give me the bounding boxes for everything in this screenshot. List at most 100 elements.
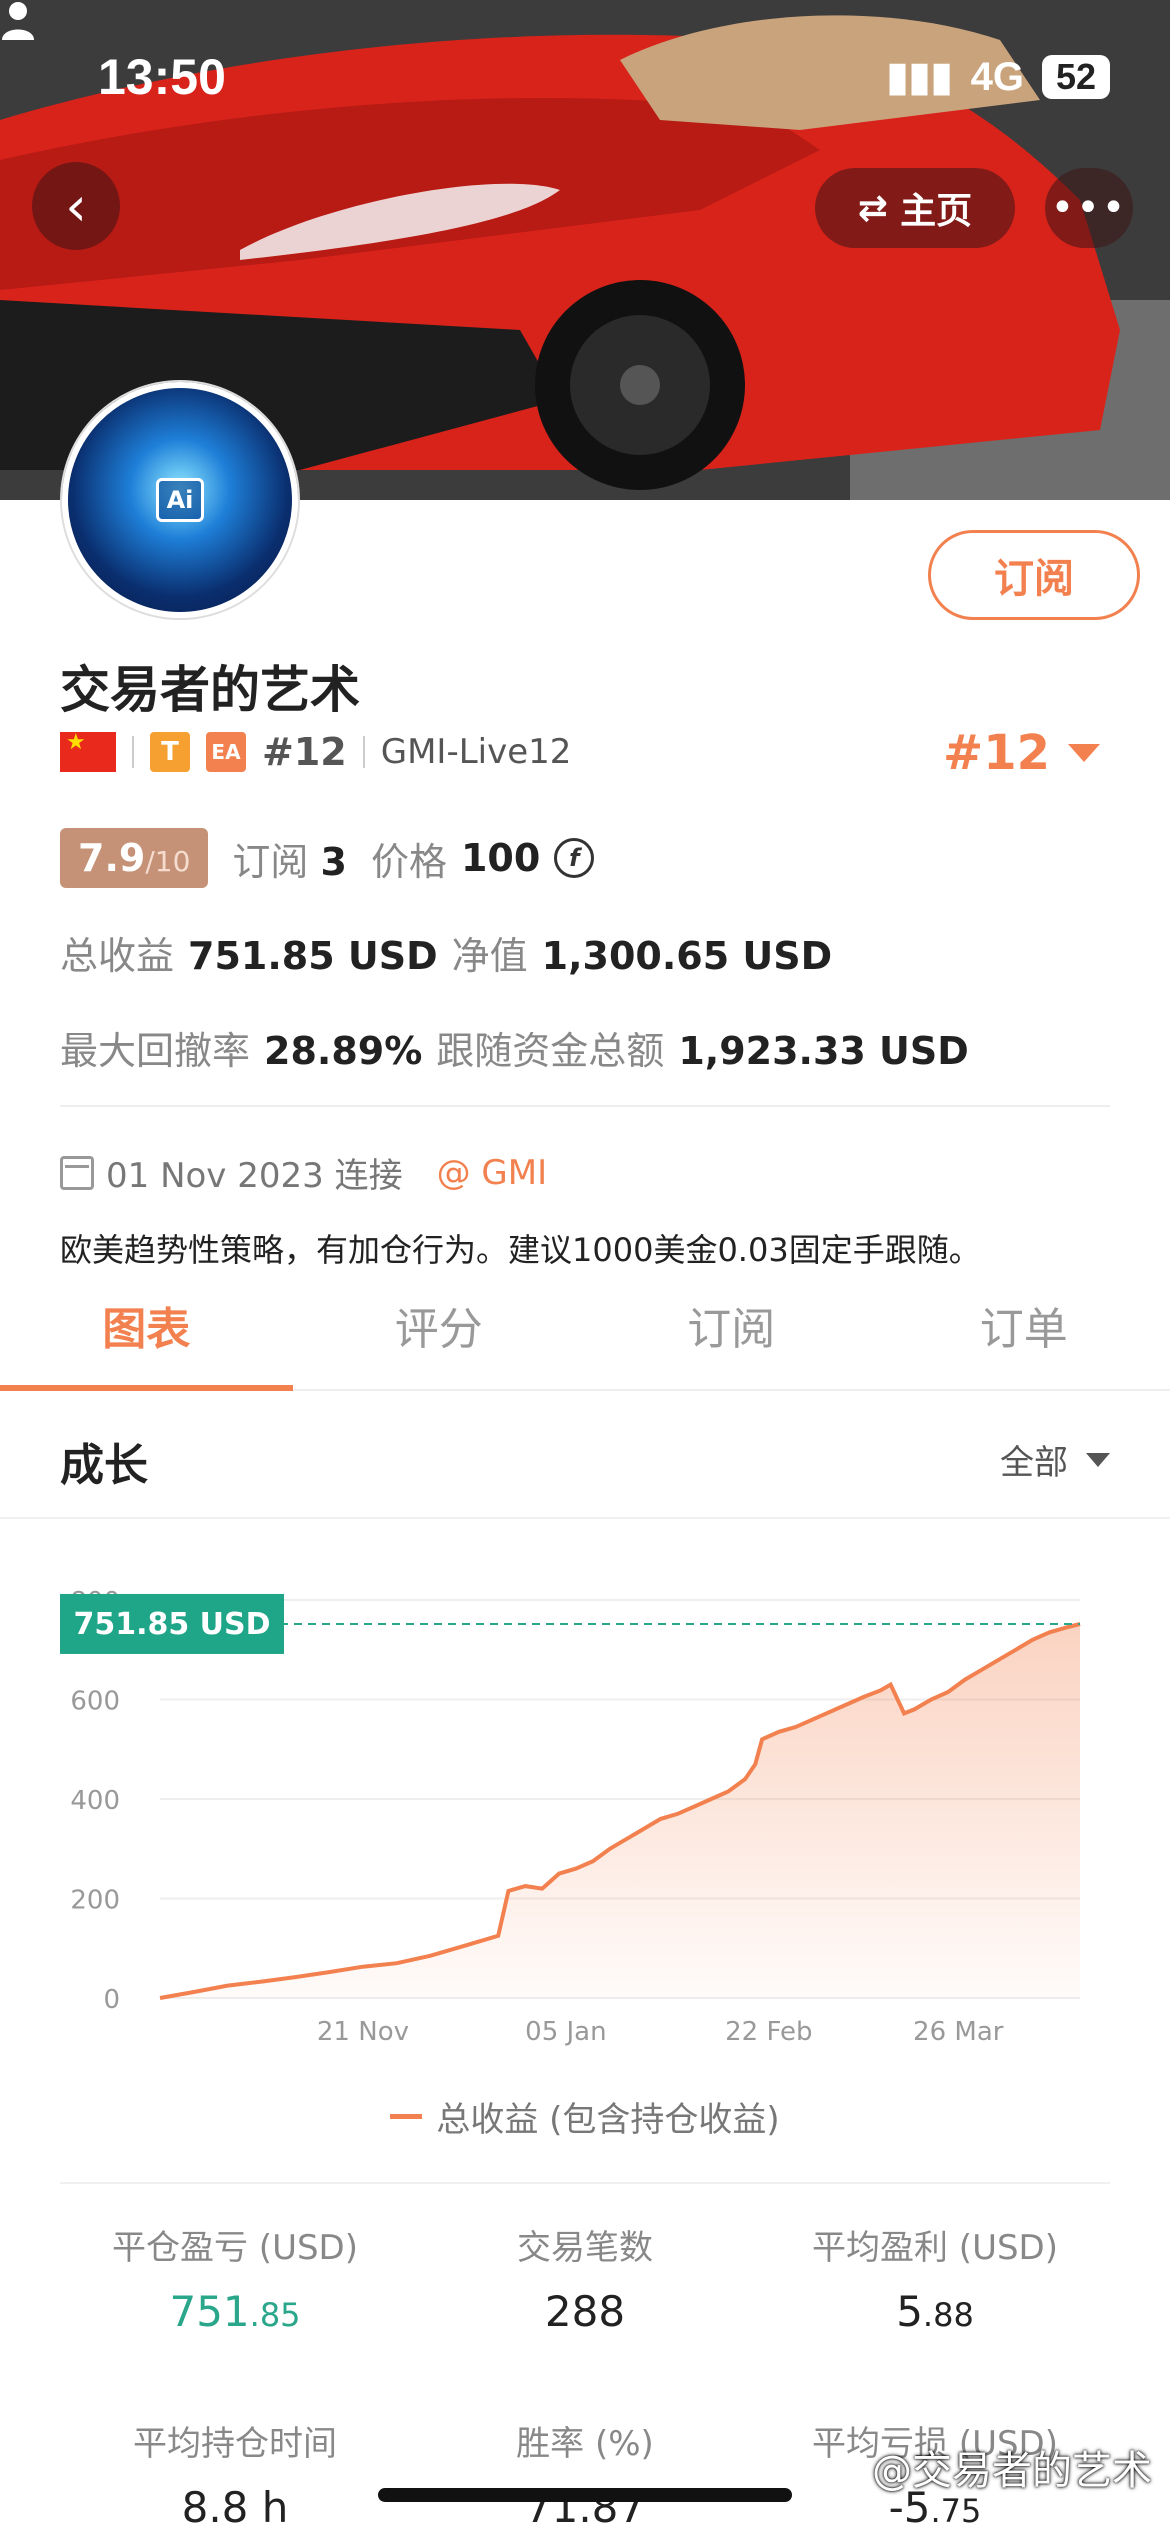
more-button[interactable]: •••: [1045, 168, 1133, 248]
caret-down-icon: [1086, 1452, 1110, 1467]
legend-label: 总收益 (包含持仓收益): [436, 2100, 780, 2140]
calendar-icon: [60, 1155, 94, 1190]
metric-value: 8.8 h: [181, 2483, 289, 2532]
caret-down-icon: [1068, 744, 1100, 762]
growth-chart[interactable]: 0200400600800 21 Nov05 Jan22 Feb26 Mar 7…: [0, 1560, 1170, 2080]
drawdown-line: 最大回撤率 28.89% 跟随资金总额 1,923.33 USD: [60, 1020, 969, 1075]
metric-decimal: .85: [249, 2296, 301, 2334]
y-tick-label: 400: [70, 1786, 120, 1816]
tab-rating[interactable]: 评分: [293, 1285, 586, 1389]
ai-chip-icon: Ai: [156, 478, 204, 522]
metric-value: 288: [544, 2287, 626, 2336]
rank-value: #12: [942, 725, 1050, 781]
rank-label: #12: [262, 730, 347, 774]
series-area: [160, 1624, 1080, 1998]
score-row: 7.9 /10 订阅 3 价格 100 f: [60, 828, 595, 888]
metric-value: 5.88: [896, 2287, 974, 2336]
swap-icon: ⇄: [857, 187, 889, 229]
metric-decimal: .75: [930, 2492, 982, 2530]
trader-badge: T: [150, 732, 190, 772]
follow-funds-value: 1,923.33 USD: [678, 1029, 969, 1073]
max-drawdown-value: 28.89%: [264, 1029, 423, 1073]
total-profit-label: 总收益: [60, 934, 175, 978]
signal-icon: ▮▮▮: [886, 55, 953, 99]
tab-chart[interactable]: 图表: [0, 1285, 293, 1391]
home-label: 主页: [900, 191, 973, 232]
metric-label: 平均盈利 (USD): [812, 2228, 1058, 2268]
status-time: 13:50: [98, 49, 226, 105]
metric-item: 平均盈利 (USD) 5.88: [755, 2220, 1115, 2336]
y-tick-label: 600: [70, 1687, 120, 1717]
total-profit-value: 751.85 USD: [188, 934, 438, 978]
growth-title: 成长: [60, 1440, 148, 1491]
badge-row: T EA #12 GMI-Live12: [60, 730, 571, 774]
metric-label: 平仓盈亏 (USD): [112, 2228, 358, 2268]
connect-date: 01 Nov 2023 连接: [106, 1156, 403, 1196]
subscribers-count: 3: [320, 839, 347, 884]
rank-dropdown[interactable]: #12: [943, 725, 1100, 781]
trader-name: 交易者的艺术: [60, 661, 360, 719]
connection-info: 01 Nov 2023 连接 @ GMI: [60, 1148, 547, 1197]
x-tick-label: 21 Nov: [317, 2017, 409, 2047]
ea-badge: EA: [206, 732, 246, 772]
metric-value: 751.85: [169, 2287, 301, 2336]
equity-value: 1,300.65 USD: [541, 934, 833, 978]
range-filter-label: 全部: [1000, 1443, 1068, 1483]
price-value: 100: [460, 836, 541, 880]
tab-subscriptions[interactable]: 订阅: [585, 1285, 878, 1389]
coin-icon: f: [554, 838, 595, 878]
home-indicator: [378, 2488, 792, 2502]
network-label: 4G: [970, 54, 1024, 99]
equity-label: 净值: [451, 934, 528, 978]
x-tick-label: 22 Feb: [725, 2017, 812, 2047]
subscribers-stat: 订阅 3: [232, 831, 347, 886]
status-right: ▮▮▮ 4G 52: [887, 54, 1110, 100]
battery-icon: 52: [1041, 55, 1110, 99]
legend-swatch: [390, 2114, 423, 2119]
status-bar: 13:50 ▮▮▮ 4G 52: [0, 0, 1170, 150]
metric-label: 平均持仓时间: [133, 2424, 337, 2464]
score-value: 7.9: [78, 836, 146, 880]
metric-item: 交易笔数 288: [405, 2220, 765, 2336]
metric-label: 交易笔数: [517, 2228, 653, 2268]
max-drawdown-label: 最大回撤率: [60, 1029, 251, 1073]
current-value-text: 751.85 USD: [73, 1607, 270, 1642]
broker-link[interactable]: @ GMI: [437, 1153, 548, 1193]
divider: [60, 2182, 1110, 2184]
range-filter-dropdown[interactable]: 全部: [1000, 1435, 1110, 1484]
divider: [362, 736, 365, 768]
metric-item: 胜率 (%) 71.87: [405, 2416, 765, 2532]
follow-funds-label: 跟随资金总额: [436, 1029, 665, 1073]
avatar[interactable]: Ai: [62, 382, 298, 618]
price-label: 价格: [370, 839, 447, 884]
server-name: GMI-Live12: [380, 732, 572, 772]
price-stat: 价格 100 f: [370, 831, 595, 886]
y-tick-label: 0: [103, 1985, 120, 2015]
watermark: @交易者的艺术: [872, 2448, 1152, 2494]
home-button[interactable]: ⇄ 主页: [815, 168, 1015, 248]
tab-orders[interactable]: 订单: [878, 1285, 1170, 1389]
chevron-left-icon: ‹: [65, 174, 87, 238]
current-value-label: 751.85 USD: [60, 1593, 284, 1654]
y-tick-label: 200: [70, 1886, 120, 1916]
person-icon: [2, 2, 34, 40]
subscribers-label: 订阅: [232, 839, 309, 884]
metric-item: 平均持仓时间 8.8 h: [55, 2416, 415, 2532]
strategy-description: 欧美趋势性策略，有加仓行为。建议1000美金0.03固定手跟随。: [60, 1231, 981, 1269]
subscribe-button[interactable]: 订阅: [928, 530, 1140, 620]
x-tick-label: 05 Jan: [525, 2017, 606, 2047]
metric-decimal: .88: [922, 2296, 974, 2334]
x-tick-label: 26 Mar: [913, 2017, 1004, 2047]
score-max: /10: [145, 845, 191, 878]
china-flag-icon: [60, 730, 116, 772]
x-axis: 21 Nov 05 Jan 22 Feb 26 Mar: [317, 2017, 1004, 2047]
profit-line: 总收益 751.85 USD 净值 1,300.65 USD: [60, 925, 832, 980]
divider: [132, 736, 134, 768]
tab-bar: 图表 评分 订阅 订单: [0, 1285, 1170, 1391]
score-badge: 7.9 /10: [60, 828, 209, 888]
metric-item: 平仓盈亏 (USD) 751.85: [55, 2220, 415, 2336]
growth-header: 成长 全部: [0, 1391, 1170, 1519]
metric-label: 胜率 (%): [516, 2424, 654, 2464]
back-button[interactable]: ‹: [32, 162, 120, 250]
divider: [60, 1105, 1110, 1107]
